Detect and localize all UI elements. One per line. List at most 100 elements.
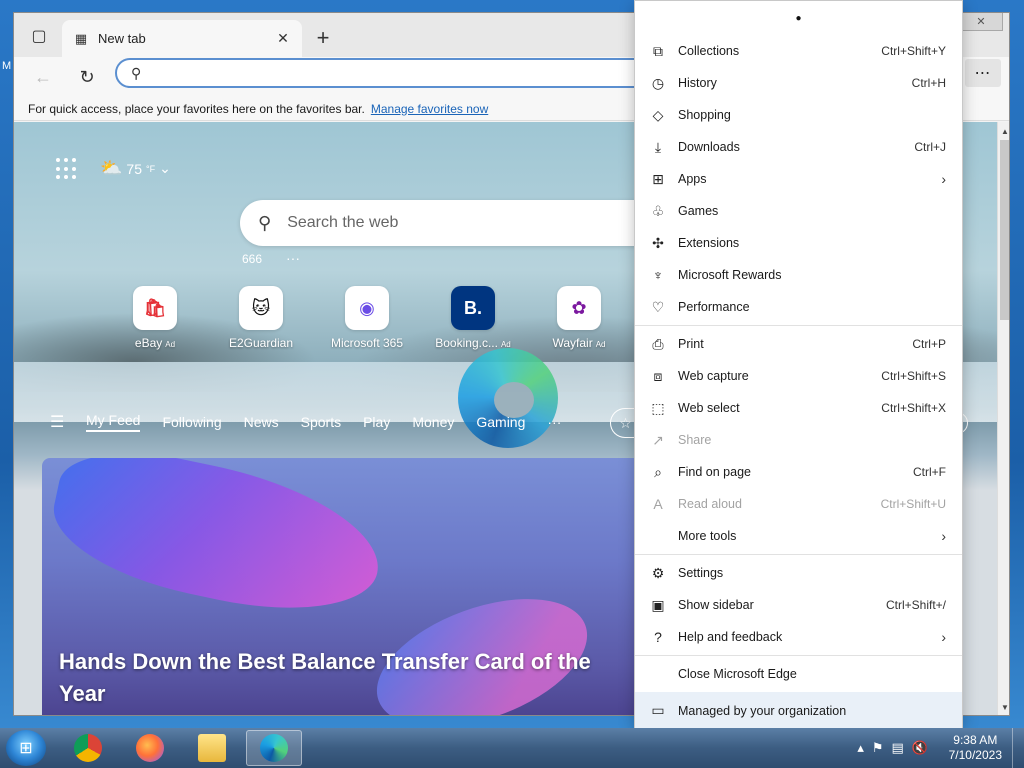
briefcase-icon: ▭ [651,702,665,718]
menu-item-microsoft-rewards[interactable]: ♆ Microsoft Rewards [635,259,962,291]
menu-item-apps[interactable]: ⊞ Apps › [635,163,962,195]
web-search-box[interactable]: ⚲ Search the web [240,200,680,246]
menu-item-more-tools[interactable]: More tools › [635,520,962,552]
feed-tab-news[interactable]: News [244,414,279,430]
quicklink-booking[interactable]: B. Booking.c... Ad [420,286,526,350]
weather-widget[interactable]: ⛅ 75 °F ⌄ [100,158,171,179]
help-icon: ? [654,629,662,645]
back-arrow-icon[interactable]: ← [30,65,56,89]
more-options-icon[interactable]: ··· [286,250,300,266]
apps-icon: ⊞ [652,170,664,187]
action-center-flag-icon[interactable]: ⚑ [872,740,884,756]
quicklink-label: Wayfair [552,336,593,350]
menu-item-label: Web select [678,401,740,415]
tab-close-icon[interactable]: ✕ [274,30,292,47]
feed-tab-following[interactable]: Following [162,414,221,430]
ad-badge: Ad [595,340,606,349]
quicklink-e2guardian[interactable]: 🐱 E2Guardian [208,286,314,350]
menu-item-label: Settings [678,566,724,580]
address-input[interactable] [151,65,673,81]
taskbar-edge[interactable] [246,730,302,766]
rewards-trophy-icon: ♆ [652,267,664,283]
menu-item-games[interactable]: ♧ Games [635,195,962,227]
favorites-bar-text: For quick access, place your favorites h… [28,101,365,116]
hero-article-card[interactable]: Hands Down the Best Balance Transfer Car… [42,458,642,715]
volume-muted-icon[interactable]: 🔇 [912,740,928,756]
menu-item-label: Read aloud [678,497,742,511]
menu-item-label: Downloads [678,140,740,154]
scroll-up-arrow-icon[interactable]: ▲ [998,124,1009,138]
chevron-right-icon: › [941,528,946,544]
hero-article-title[interactable]: Hands Down the Best Balance Transfer Car… [59,646,629,710]
rewards-points[interactable]: 666 [242,252,262,266]
shopping-tag-icon: ◇ [652,106,664,123]
menu-item-shortcut: Ctrl+Shift+Y [881,44,946,58]
find-icon: ⌕ [654,463,662,480]
feed-tab-sports[interactable]: Sports [301,414,341,430]
menu-item-shopping[interactable]: ◇ Shopping [635,99,962,131]
feed-tab-my-feed[interactable]: My Feed [86,412,141,432]
menu-item-label: Web capture [678,369,749,383]
menu-item-downloads[interactable]: ⤓ Downloads Ctrl+J [635,131,962,163]
menu-item-shortcut: Ctrl+Shift+U [880,497,946,511]
feed-more-icon[interactable]: ··· [547,414,561,430]
feed-tab-money[interactable]: Money [412,414,454,430]
menu-item-print[interactable]: ⎙ Print Ctrl+P [635,328,962,360]
feed-tab-play[interactable]: Play [363,414,390,430]
menu-item-extensions[interactable]: ✣ Extensions [635,227,962,259]
taskbar: ⊞ ▴ ⚑ ▤ 🔇 9:38 AM 7/10/2023 [0,728,1024,768]
taskbar-firefox[interactable] [122,730,178,766]
menu-item-web-capture[interactable]: ⧈ Web capture Ctrl+Shift+S [635,360,962,392]
quicklink-ebay[interactable]: 🛍 eBay Ad [102,286,208,350]
tab-actions-icon[interactable]: ▢ [22,23,56,49]
settings-more-button[interactable]: ⋯ [965,59,1001,87]
menu-item-settings[interactable]: ⚙ Settings [635,557,962,589]
menu-item-show-sidebar[interactable]: ▣ Show sidebar Ctrl+Shift+/ [635,589,962,621]
menu-item-read-aloud[interactable]: A Read aloud Ctrl+Shift+U [635,488,962,520]
scroll-down-arrow-icon[interactable]: ▼ [998,700,1009,714]
hamburger-menu-icon[interactable]: ☰ [50,412,86,432]
show-hidden-icons-icon[interactable]: ▴ [857,740,864,756]
quicklink-label: E2Guardian [228,336,294,350]
menu-item-collections[interactable]: ⧉ Collections Ctrl+Shift+Y [635,35,962,67]
new-tab-button[interactable]: + [310,25,336,51]
menu-item-history[interactable]: ◷ History Ctrl+H [635,67,962,99]
manage-favorites-link[interactable]: Manage favorites now [371,102,488,116]
menu-item-shortcut: Ctrl+Shift+X [881,401,946,415]
window-close-button[interactable]: ✕ [959,13,1003,31]
address-bar[interactable]: ⚲ [115,58,675,88]
quicklink-microsoft-365[interactable]: ◉ Microsoft 365 [314,286,420,350]
clock[interactable]: 9:38 AM 7/10/2023 [949,733,1002,763]
menu-item-label: Microsoft Rewards [678,268,782,282]
menu-item-label: Performance [678,300,750,314]
vertical-scrollbar[interactable]: ▲ ▼ [997,122,1009,715]
show-desktop-button[interactable] [1012,728,1024,768]
menu-item-performance[interactable]: ♡ Performance [635,291,962,323]
print-icon: ⎙ [652,335,664,352]
refresh-icon[interactable]: ↻ [74,65,100,89]
tab-new-tab[interactable]: ▦ New tab ✕ [62,20,302,57]
clock-time: 9:38 AM [953,733,998,747]
app-launcher-icon[interactable] [56,158,78,180]
menu-item-share[interactable]: ↗ Share [635,424,962,456]
menu-item-label: Extensions [678,236,740,250]
menu-item-help-and-feedback[interactable]: ? Help and feedback › [635,621,962,653]
quicklink-wayfair[interactable]: ✿ Wayfair Ad [526,286,632,350]
scrollbar-thumb[interactable] [1000,140,1009,320]
menu-item-shortcut: Ctrl+H [911,76,946,90]
partly-cloudy-icon: ⛅ [100,158,123,178]
web-search-placeholder: Search the web [287,214,399,231]
start-button[interactable]: ⊞ [6,730,46,766]
taskbar-file-explorer[interactable] [184,730,240,766]
feed-tab-gaming[interactable]: Gaming [476,414,525,430]
menu-item-managed-by-organization[interactable]: ▭ Managed by your organization [635,692,962,729]
web-select-icon: ⬚ [651,399,665,416]
menu-item-close-edge[interactable]: Close Microsoft Edge [635,658,962,690]
menu-divider [635,554,962,555]
feed-navigation: ☰ My Feed Following News Sports Play Mon… [50,412,561,432]
quicklink-label: Microsoft 365 [330,336,404,350]
network-icon[interactable]: ▤ [892,740,904,756]
taskbar-chrome[interactable] [60,730,116,766]
menu-item-find-on-page[interactable]: ⌕ Find on page Ctrl+F [635,456,962,488]
menu-item-web-select[interactable]: ⬚ Web select Ctrl+Shift+X [635,392,962,424]
